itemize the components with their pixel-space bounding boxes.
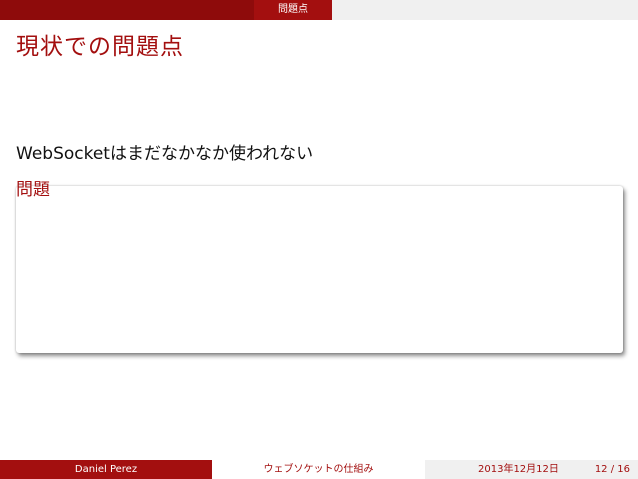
- nav-section-current[interactable]: 問題点: [254, 0, 332, 20]
- footer-date-section: 2013年12月12日 12 / 16: [425, 460, 638, 479]
- block-box: [16, 186, 623, 353]
- navigation-bar: 問題点: [0, 0, 638, 20]
- body-text: WebSocketはまだなかなか使われない: [16, 144, 314, 164]
- footer-page-number: 12 / 16: [594, 464, 630, 475]
- footer-date: 2013年12月12日: [478, 464, 559, 475]
- footer-talk-title: ウェブソケットの仕組み: [212, 460, 425, 479]
- nav-left-segment: [0, 0, 254, 20]
- footer: Daniel Perez ウェブソケットの仕組み 2013年12月12日 12 …: [0, 460, 638, 479]
- frame-title: 現状での問題点: [16, 34, 184, 60]
- nav-right-segment: [332, 0, 638, 20]
- block-title: 問題: [16, 180, 50, 200]
- footer-author: Daniel Perez: [0, 460, 212, 479]
